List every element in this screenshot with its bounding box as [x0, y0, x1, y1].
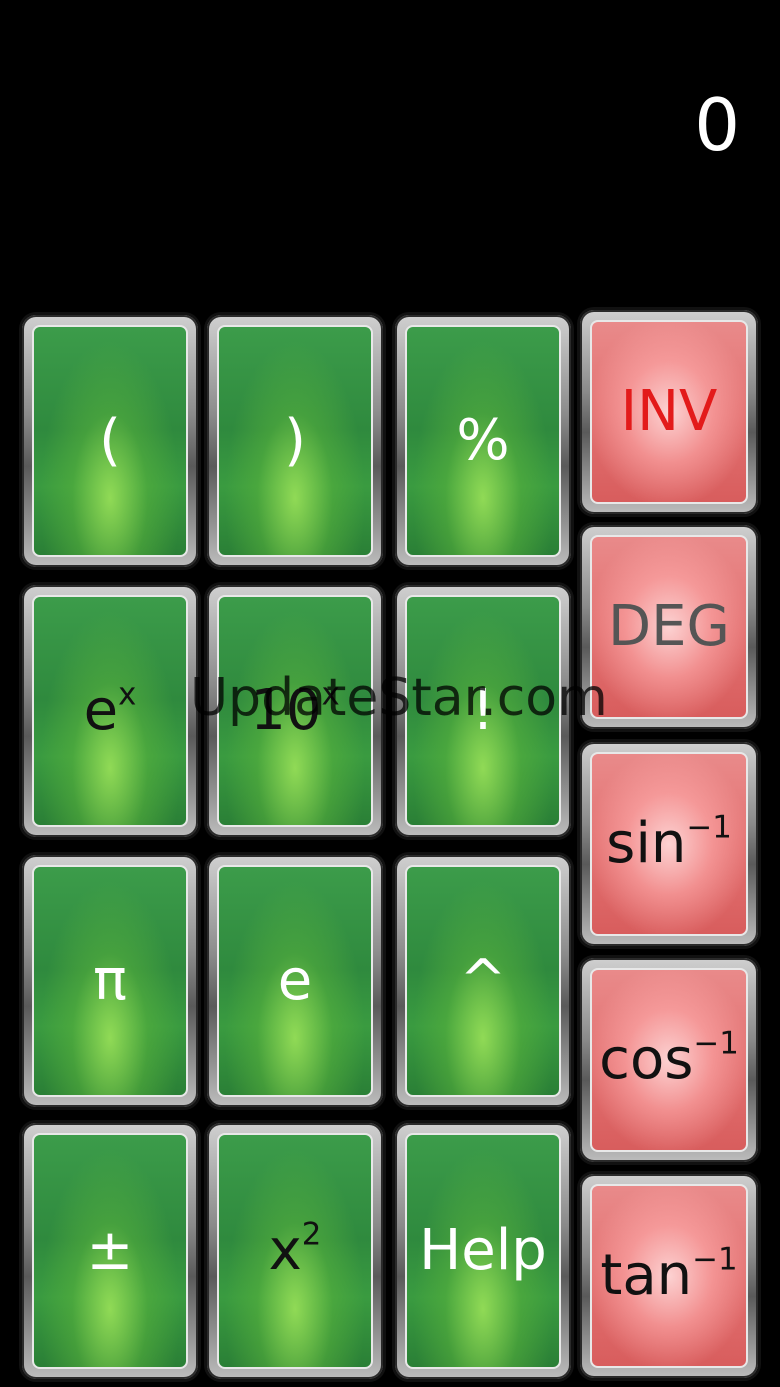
- close-paren-face: ): [217, 325, 373, 557]
- deg-button[interactable]: DEG: [580, 525, 758, 729]
- e-constant-face: e: [217, 865, 373, 1097]
- asin-face: sin−1: [590, 752, 748, 936]
- help-button[interactable]: Help: [395, 1123, 571, 1379]
- square-label: x2: [268, 1216, 322, 1283]
- square-button[interactable]: x2: [207, 1123, 383, 1379]
- open-paren-label: (: [99, 408, 121, 473]
- close-paren-button[interactable]: ): [207, 315, 383, 567]
- open-paren-button[interactable]: (: [22, 315, 198, 567]
- factorial-label: !: [471, 678, 495, 743]
- power-face: ^: [405, 865, 561, 1097]
- square-face: x2: [217, 1133, 373, 1369]
- help-face: Help: [405, 1133, 561, 1369]
- inv-button[interactable]: INV: [580, 310, 758, 514]
- result-display: 0: [694, 83, 740, 167]
- exp-face: ex: [32, 595, 188, 827]
- ten-power-face: 10x: [217, 595, 373, 827]
- acos-button[interactable]: cos−1: [580, 958, 758, 1162]
- acos-face: cos−1: [590, 968, 748, 1152]
- inv-label: INV: [620, 379, 718, 444]
- power-label: ^: [459, 948, 507, 1013]
- acos-label: cos−1: [599, 1025, 739, 1092]
- atan-label: tan−1: [600, 1241, 738, 1308]
- percent-button[interactable]: %: [395, 315, 571, 567]
- deg-face: DEG: [590, 535, 748, 719]
- ten-power-button[interactable]: 10x: [207, 585, 383, 837]
- exp-button[interactable]: ex: [22, 585, 198, 837]
- open-paren-face: (: [32, 325, 188, 557]
- pi-face: π: [32, 865, 188, 1097]
- atan-face: tan−1: [590, 1184, 748, 1368]
- exp-label: ex: [83, 676, 137, 743]
- pi-button[interactable]: π: [22, 855, 198, 1107]
- asin-button[interactable]: sin−1: [580, 742, 758, 946]
- percent-face: %: [405, 325, 561, 557]
- e-constant-button[interactable]: e: [207, 855, 383, 1107]
- ten-power-label: 10x: [250, 676, 340, 743]
- factorial-face: !: [405, 595, 561, 827]
- deg-label: DEG: [608, 594, 730, 659]
- pi-label: π: [93, 948, 127, 1013]
- power-button[interactable]: ^: [395, 855, 571, 1107]
- plus-minus-label: ±: [86, 1218, 134, 1283]
- close-paren-label: ): [284, 408, 306, 473]
- plus-minus-face: ±: [32, 1133, 188, 1369]
- inv-face: INV: [590, 320, 748, 504]
- atan-button[interactable]: tan−1: [580, 1174, 758, 1378]
- factorial-button[interactable]: !: [395, 585, 571, 837]
- e-constant-label: e: [277, 948, 313, 1013]
- help-label: Help: [419, 1218, 547, 1283]
- percent-label: %: [456, 408, 510, 473]
- asin-label: sin−1: [606, 809, 732, 876]
- plus-minus-button[interactable]: ±: [22, 1123, 198, 1379]
